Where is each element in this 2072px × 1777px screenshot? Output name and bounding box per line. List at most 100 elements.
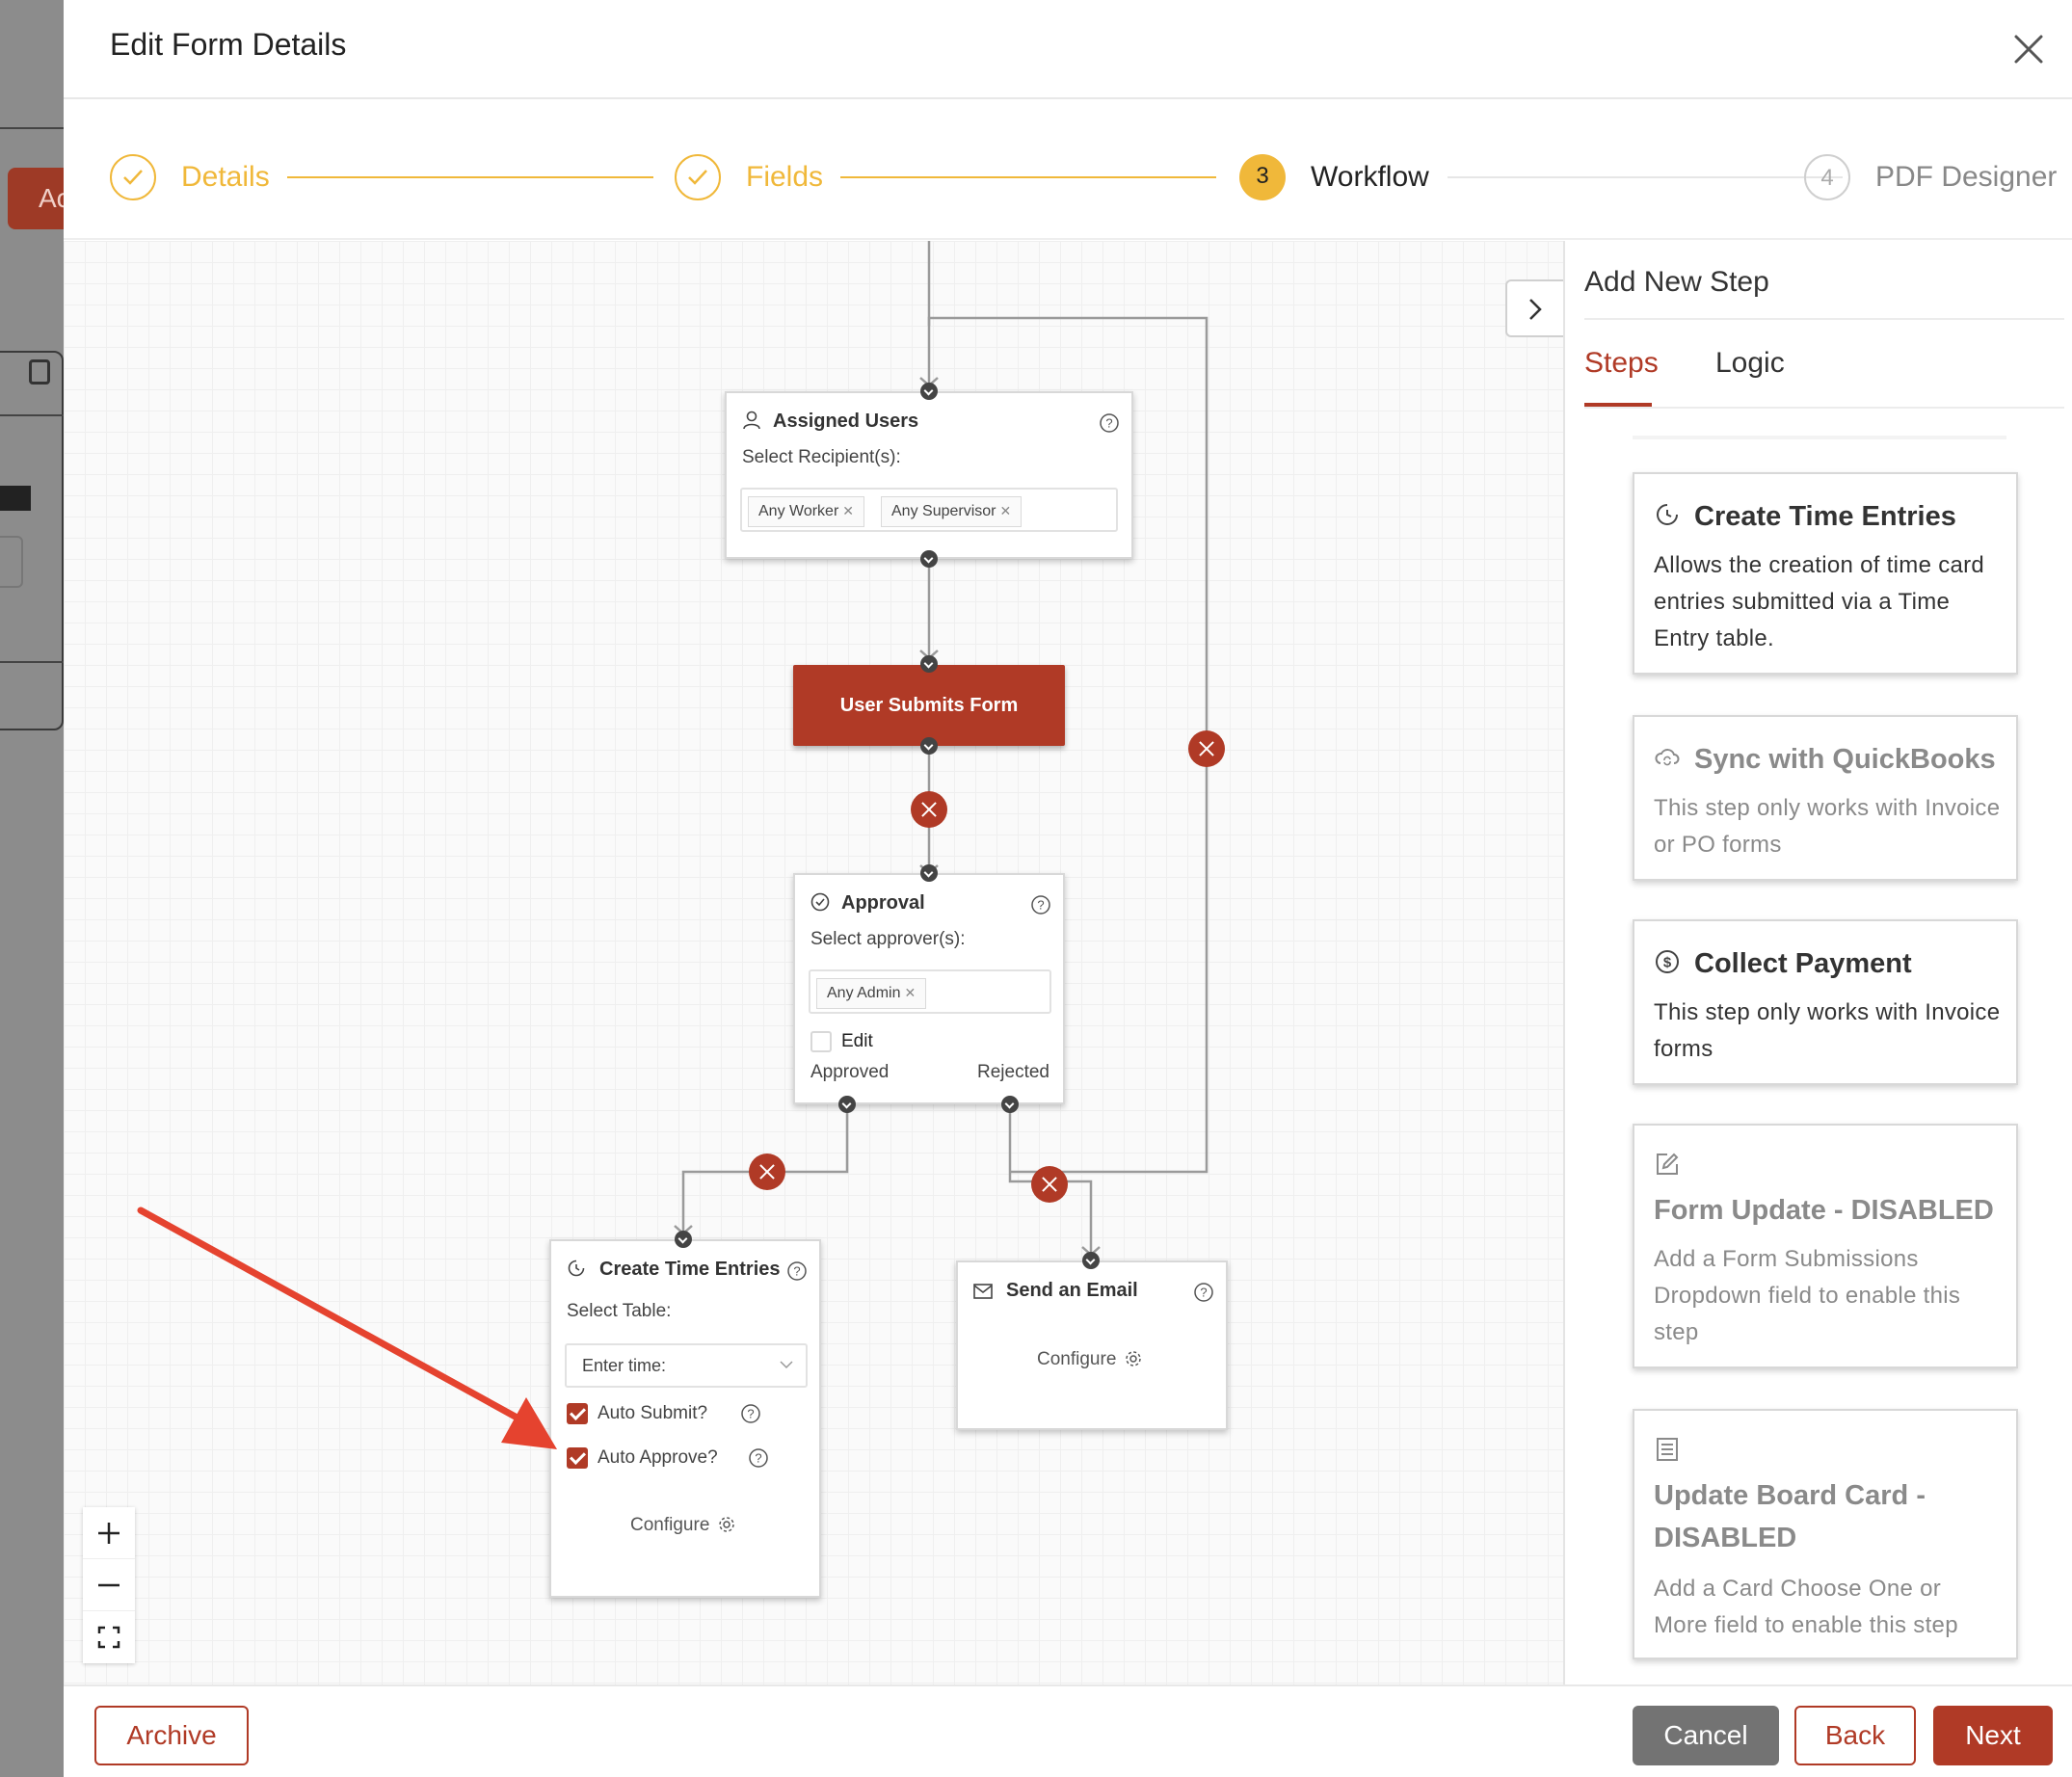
- cloud-sync-icon: [1654, 741, 1681, 783]
- step-connector: [1448, 176, 1843, 178]
- step-pdf-designer-label[interactable]: PDF Designer: [1875, 161, 2057, 194]
- gear-icon: [1126, 1351, 1142, 1366]
- step-fields-check-icon[interactable]: [675, 154, 721, 200]
- table-select-value: Enter time:: [582, 1356, 667, 1375]
- delete-edge-button[interactable]: [911, 791, 947, 828]
- wizard-stepper: Details Fields 3 Workflow 4 PDF Designer: [64, 101, 2072, 240]
- mail-icon: [973, 1283, 993, 1305]
- approval-node[interactable]: Approval ? Select approver(s): Any Admin…: [793, 873, 1065, 1104]
- back-button[interactable]: Back: [1794, 1706, 1916, 1765]
- connection-handle[interactable]: [920, 550, 938, 568]
- step-card-form-update[interactable]: Form Update - DISABLED Add a Form Submis…: [1633, 1124, 2018, 1368]
- svg-text:?: ?: [793, 1264, 800, 1279]
- assigned-users-title: Assigned Users: [773, 411, 919, 432]
- step-workflow-label[interactable]: Workflow: [1311, 161, 1429, 194]
- delete-edge-button[interactable]: [1188, 730, 1225, 767]
- cancel-button[interactable]: Cancel: [1633, 1706, 1779, 1765]
- modal-footer: Archive Cancel Back Next: [64, 1684, 2072, 1777]
- step-details-label[interactable]: Details: [181, 161, 270, 194]
- panel-divider: [1584, 407, 2064, 409]
- close-icon[interactable]: [2008, 29, 2049, 69]
- zoom-controls: [83, 1507, 135, 1663]
- zoom-in-icon[interactable]: [83, 1507, 135, 1559]
- dollar-icon: $: [1654, 945, 1681, 988]
- next-button[interactable]: Next: [1933, 1706, 2053, 1765]
- chevron-right-icon: [1529, 299, 1542, 320]
- step-card-create-time-entries[interactable]: Create Time Entries Allows the creation …: [1633, 472, 2018, 675]
- step-details-check-icon[interactable]: [110, 154, 156, 200]
- connection-handle[interactable]: [920, 737, 938, 755]
- tab-steps[interactable]: Steps: [1584, 347, 1659, 380]
- card-title: Collect Payment: [1694, 948, 1912, 979]
- panel-title: Add New Step: [1584, 266, 1769, 298]
- edit-checkbox[interactable]: [810, 1031, 832, 1052]
- copy-icon: [29, 359, 50, 385]
- help-icon[interactable]: ?: [1099, 412, 1120, 434]
- step-fields-label[interactable]: Fields: [746, 161, 823, 194]
- step-card-update-board-card[interactable]: Update Board Card - DISABLED Add a Card …: [1633, 1409, 2018, 1659]
- help-icon[interactable]: ?: [740, 1403, 761, 1424]
- create-time-entries-node[interactable]: Create Time Entries ? Select Table: Ente…: [549, 1239, 821, 1598]
- connection-handle[interactable]: [920, 864, 938, 882]
- remove-tag-icon[interactable]: ✕: [842, 503, 854, 518]
- recipient-tag[interactable]: Any Supervisor ✕: [881, 496, 1023, 527]
- svg-text:?: ?: [747, 1407, 754, 1421]
- auto-approve-label: Auto Approve?: [598, 1447, 718, 1468]
- clock-icon: [1654, 498, 1681, 541]
- user-submits-form-node[interactable]: User Submits Form: [793, 665, 1065, 746]
- step-connector: [840, 176, 1216, 178]
- approver-tag[interactable]: Any Admin ✕: [816, 978, 927, 1009]
- configure-link[interactable]: Configure: [1037, 1349, 1143, 1370]
- connection-handle[interactable]: [675, 1231, 692, 1248]
- background-input: [0, 536, 23, 588]
- select-table-label: Select Table:: [567, 1301, 672, 1321]
- help-icon[interactable]: ?: [786, 1260, 808, 1282]
- background-divider: [0, 661, 64, 663]
- approvers-select[interactable]: Any Admin ✕: [809, 969, 1051, 1014]
- workflow-canvas[interactable]: Assigned Users ? Select Recipient(s): An…: [64, 241, 1563, 1684]
- edit-label: Edit: [841, 1031, 873, 1051]
- auto-submit-checkbox[interactable]: [567, 1403, 588, 1424]
- edit-icon: [1654, 1151, 1681, 1182]
- collapse-panel-button[interactable]: [1505, 279, 1563, 337]
- chevron-down-icon: [779, 1355, 794, 1379]
- card-description: Add a Form Submissions Dropdown field to…: [1654, 1246, 1961, 1345]
- connection-handle[interactable]: [838, 1096, 856, 1113]
- step-card-collect-payment[interactable]: $ Collect Payment This step only works w…: [1633, 919, 2018, 1085]
- step-pdf-designer-number[interactable]: 4: [1804, 154, 1850, 200]
- approval-title: Approval: [841, 892, 925, 914]
- step-workflow-number[interactable]: 3: [1239, 154, 1286, 200]
- configure-link[interactable]: Configure: [630, 1515, 736, 1536]
- recipients-select[interactable]: Any Worker ✕ Any Supervisor ✕: [740, 488, 1118, 532]
- send-email-title: Send an Email: [1006, 1280, 1138, 1301]
- help-icon[interactable]: ?: [748, 1447, 769, 1469]
- step-connector: [287, 176, 653, 178]
- remove-tag-icon[interactable]: ✕: [904, 985, 916, 1000]
- tab-logic[interactable]: Logic: [1715, 347, 1785, 380]
- connection-handle[interactable]: [1001, 1096, 1019, 1113]
- svg-text:?: ?: [1105, 416, 1112, 431]
- background-block: [0, 486, 31, 511]
- card-description: This step only works with Invoice or PO …: [1654, 795, 2001, 858]
- delete-edge-button[interactable]: [1031, 1166, 1068, 1203]
- help-icon[interactable]: ?: [1030, 894, 1051, 915]
- assigned-users-node[interactable]: Assigned Users ? Select Recipient(s): An…: [725, 391, 1133, 559]
- remove-tag-icon[interactable]: ✕: [1000, 503, 1012, 518]
- auto-approve-checkbox[interactable]: [567, 1447, 588, 1469]
- archive-button[interactable]: Archive: [94, 1706, 249, 1765]
- send-email-node[interactable]: Send an Email ? Configure: [956, 1260, 1228, 1430]
- connection-handle[interactable]: [920, 655, 938, 673]
- connection-handle[interactable]: [920, 383, 938, 400]
- zoom-out-icon[interactable]: [83, 1559, 135, 1611]
- recipient-tag[interactable]: Any Worker ✕: [748, 496, 865, 527]
- help-icon[interactable]: ?: [1193, 1282, 1214, 1303]
- card-title: Update Board Card - DISABLED: [1654, 1480, 1926, 1553]
- table-select[interactable]: Enter time:: [565, 1343, 808, 1388]
- connection-handle[interactable]: [1082, 1252, 1100, 1269]
- scroll-fade: [1633, 436, 2006, 439]
- fit-view-icon[interactable]: [83, 1611, 135, 1663]
- delete-edge-button[interactable]: [749, 1154, 785, 1190]
- background-page: Ac: [0, 0, 64, 1777]
- gear-icon: [719, 1517, 735, 1532]
- step-card-sync-quickbooks[interactable]: Sync with QuickBooks This step only work…: [1633, 715, 2018, 881]
